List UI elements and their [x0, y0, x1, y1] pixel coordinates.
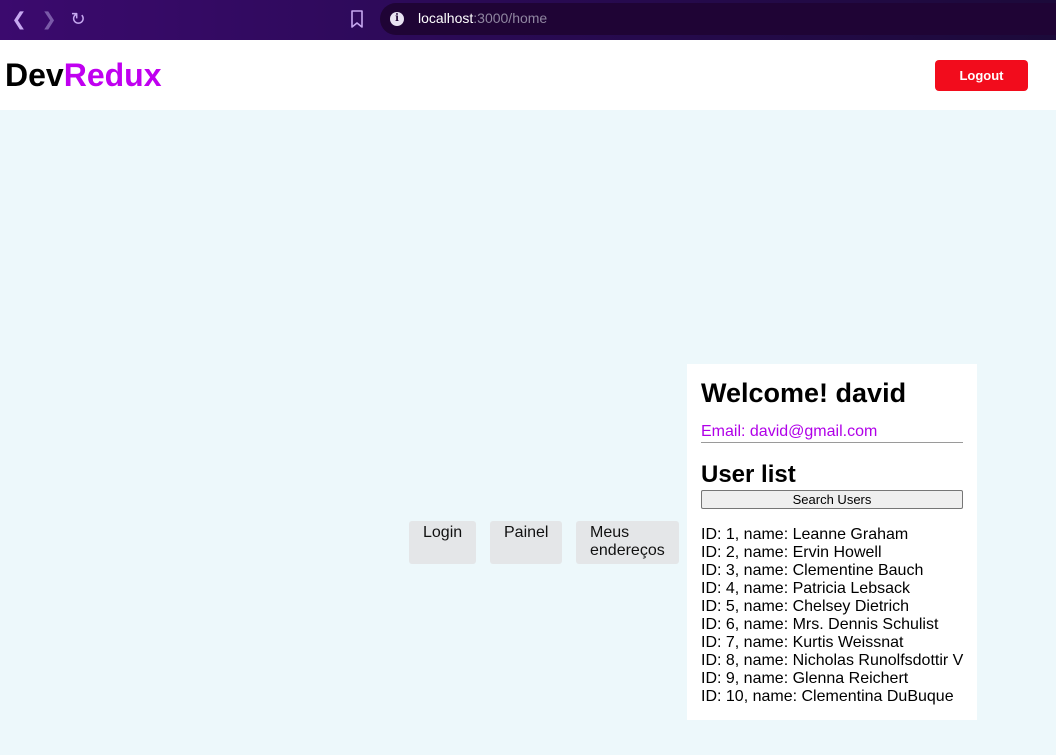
welcome-card: Welcome! david Email: david@gmail.com Us… [687, 364, 977, 720]
nav-login-button[interactable]: Login [409, 521, 476, 564]
nav-meus-line2: endereços [590, 542, 665, 559]
bookmark-icon[interactable] [346, 8, 368, 30]
user-list-item: ID: 6, name: Mrs. Dennis Schulist [701, 616, 939, 633]
user-list-title: User list [701, 461, 796, 488]
user-list: ID: 1, name: Leanne Graham ID: 2, name: … [701, 526, 977, 706]
nav-painel-button[interactable]: Painel [490, 521, 562, 564]
user-email: Email: david@gmail.com [701, 423, 963, 443]
logo: DevRedux [5, 57, 162, 93]
search-users-button[interactable]: Search Users [701, 490, 963, 509]
logo-redux: Redux [63, 57, 162, 93]
user-list-item: ID: 10, name: Clementina DuBuque [701, 688, 954, 705]
nav-meus-line1: Meus [590, 524, 630, 541]
url-path: :3000/home [473, 10, 548, 26]
user-list-item: ID: 2, name: Ervin Howell [701, 544, 882, 561]
welcome-heading: Welcome! david [701, 378, 907, 408]
forward-arrow-icon[interactable]: ❯ [38, 8, 60, 30]
nav-meus-enderecos-button[interactable]: Meus endereços [576, 521, 679, 564]
app-header: DevRedux Logout [0, 40, 1056, 110]
url-text: localhost:3000/home [418, 10, 547, 26]
reload-icon[interactable]: ↻ [67, 8, 89, 30]
url-host: localhost [418, 10, 474, 26]
user-list-item: ID: 1, name: Leanne Graham [701, 526, 909, 543]
browser-toolbar: ❮ ❯ ↻ i localhost:3000/home [0, 0, 1056, 40]
user-list-item: ID: 5, name: Chelsey Dietrich [701, 598, 910, 615]
back-arrow-icon[interactable]: ❮ [8, 8, 30, 30]
logout-button[interactable]: Logout [935, 60, 1028, 91]
user-list-item: ID: 9, name: Glenna Reichert [701, 670, 909, 687]
logo-dev: Dev [5, 57, 64, 93]
user-list-item: ID: 4, name: Patricia Lebsack [701, 580, 910, 597]
user-list-item: ID: 3, name: Clementine Bauch [701, 562, 924, 579]
site-info-icon[interactable]: i [390, 12, 404, 26]
address-bar[interactable]: i localhost:3000/home [380, 3, 1056, 35]
user-list-item: ID: 7, name: Kurtis Weissnat [701, 634, 904, 651]
user-list-item: ID: 8, name: Nicholas Runolfsdottir V [701, 652, 964, 669]
